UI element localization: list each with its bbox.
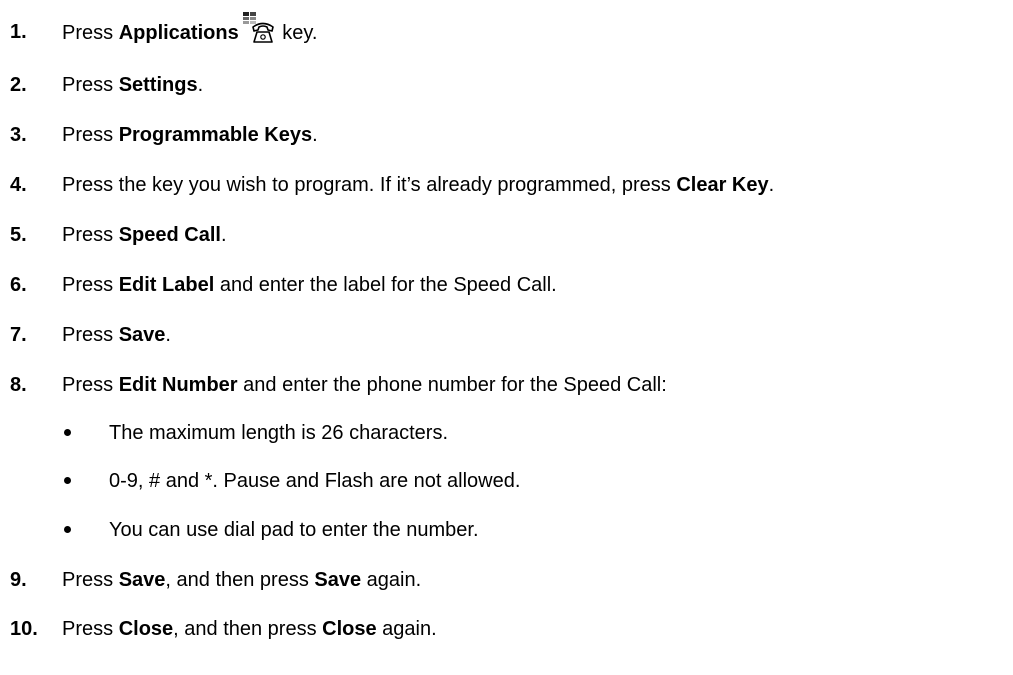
step-text: Press Settings. bbox=[62, 74, 204, 96]
step-text: Press Programmable Keys. bbox=[62, 124, 318, 146]
step-number: 8. bbox=[10, 374, 27, 396]
step-number: 5. bbox=[10, 224, 27, 246]
step-number: 10. bbox=[10, 618, 38, 640]
bullet-text: The maximum length is 26 characters. bbox=[109, 422, 449, 444]
bullet-dot bbox=[64, 477, 71, 484]
step-text: Press Edit Label and enter the label for… bbox=[62, 274, 557, 296]
bullet-dot bbox=[64, 526, 71, 533]
bullet-text: You can use dial pad to enter the number… bbox=[109, 519, 479, 541]
applications-key-label: Applications bbox=[118, 22, 239, 44]
step-number: 1. bbox=[10, 21, 27, 43]
step-text: Press Save. bbox=[62, 324, 171, 346]
step-number: 4. bbox=[10, 174, 27, 196]
step-text: Press Speed Call. bbox=[62, 224, 227, 246]
step-number: 3. bbox=[10, 124, 27, 146]
applications-key-icon bbox=[241, 12, 275, 47]
step-number: 2. bbox=[10, 74, 27, 96]
step-number: 6. bbox=[10, 274, 27, 296]
bullet-text: 0-9, # and *. Pause and Flash are not al… bbox=[109, 470, 521, 492]
step-text: Press Close, and then press Close again. bbox=[62, 618, 437, 640]
step-number: 9. bbox=[10, 569, 27, 591]
step-text: Press Edit Number and enter the phone nu… bbox=[62, 374, 667, 396]
step-text: Press Save, and then press Save again. bbox=[62, 569, 422, 591]
bullet-dot bbox=[64, 429, 71, 436]
step-number: 7. bbox=[10, 324, 27, 346]
step-text: Press Applications key. bbox=[62, 12, 317, 48]
step-text: Press the key you wish to program. If it… bbox=[62, 174, 775, 196]
